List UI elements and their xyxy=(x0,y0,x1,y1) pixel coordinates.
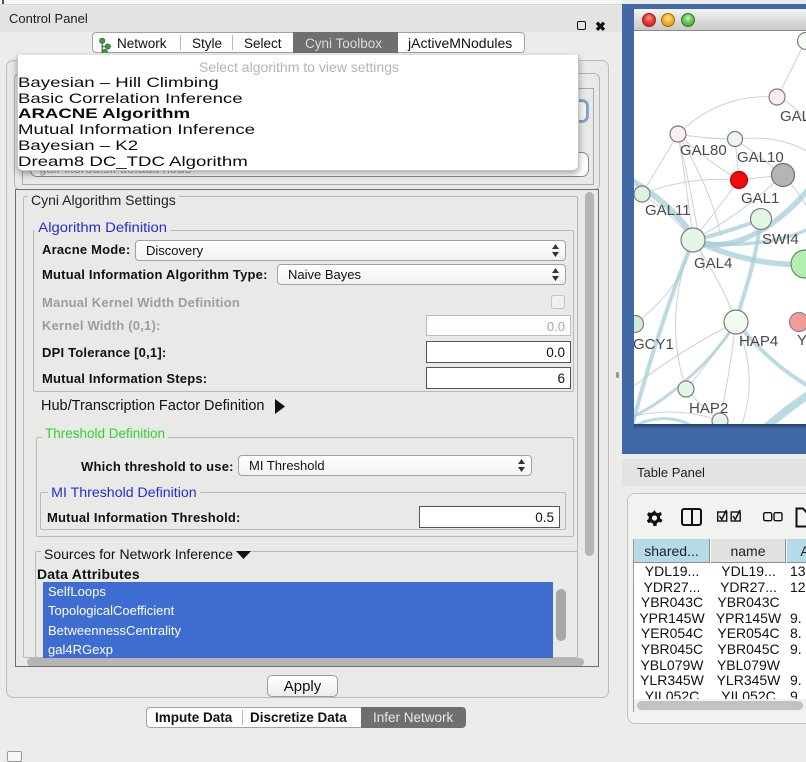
svg-text:GCY1: GCY1 xyxy=(634,336,674,353)
svg-text:HAP2: HAP2 xyxy=(689,400,728,417)
svg-text:GAL1: GAL1 xyxy=(741,190,779,207)
svg-text:HAP4: HAP4 xyxy=(739,333,778,350)
svg-text:GAL11: GAL11 xyxy=(645,202,691,219)
svg-text:GAL80: GAL80 xyxy=(680,142,727,159)
svg-text:GAL7: GAL7 xyxy=(780,108,806,125)
svg-text:YD: YD xyxy=(797,332,806,349)
svg-text:SWI4: SWI4 xyxy=(762,231,799,248)
svg-text:GAL10: GAL10 xyxy=(737,149,784,166)
svg-text:GAL4: GAL4 xyxy=(694,255,732,272)
